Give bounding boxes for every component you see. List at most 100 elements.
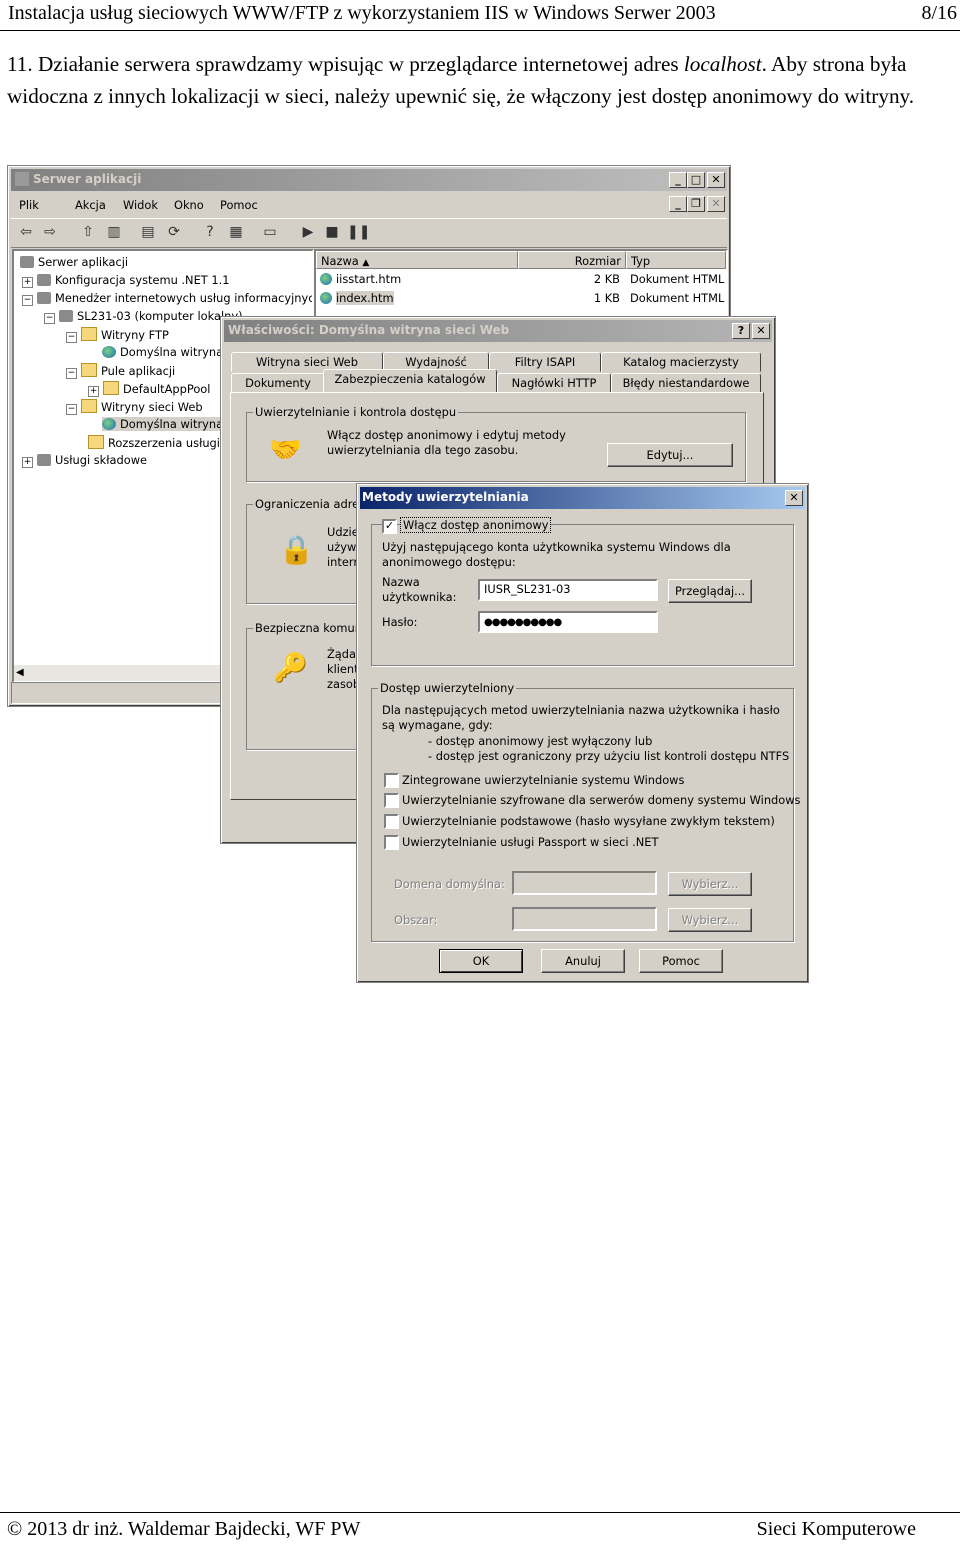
help-icon[interactable]: ? <box>732 323 750 339</box>
show-tree-icon[interactable]: ▥ <box>105 224 123 240</box>
tree-item-net-config[interactable]: + Konfiguracja systemu .NET 1.1 <box>22 273 229 288</box>
expand-icon[interactable]: + <box>22 457 33 468</box>
column-size[interactable]: Rozmiar <box>518 251 626 269</box>
minimize-icon[interactable]: _ <box>669 172 687 188</box>
footer-author: © 2013 dr inż. Waldemar Bajdecki, WF PW <box>7 1518 361 1540</box>
collapse-icon[interactable]: − <box>66 332 77 343</box>
tree-item-ftp-sites[interactable]: − Witryny FTP <box>66 327 169 343</box>
digest-auth-checkbox[interactable] <box>384 793 399 808</box>
tab-documents[interactable]: Dokumenty <box>231 373 325 393</box>
close-icon[interactable]: ✕ <box>707 172 725 188</box>
forward-icon[interactable]: ⇨ <box>41 224 59 240</box>
footer-rule <box>0 1512 960 1513</box>
tree-item-extensions[interactable]: Rozszerzenia usługi s <box>88 435 230 450</box>
collapse-icon[interactable]: − <box>66 368 77 379</box>
tree-label: Usługi składowe <box>55 453 148 467</box>
scroll-left-icon[interactable]: ◀ <box>16 667 24 678</box>
menu-okno[interactable]: Okno <box>174 198 204 212</box>
basic-auth-label[interactable]: Uwierzytelnianie podstawowe (hasło wysył… <box>402 814 775 828</box>
realm-label: Obszar: <box>394 913 438 927</box>
components-icon <box>37 454 51 466</box>
child-close-icon[interactable]: ✕ <box>707 196 725 212</box>
select-realm-button[interactable]: Wybierz... <box>668 908 752 932</box>
tree-item-components[interactable]: + Usługi składowe <box>22 453 147 468</box>
menu-plik[interactable]: Plik <box>19 198 39 212</box>
view-icon[interactable]: ▦ <box>227 224 245 240</box>
basic-auth-checkbox[interactable] <box>384 814 399 829</box>
menu-akcja[interactable]: Akcja <box>75 198 106 212</box>
select-domain-button[interactable]: Wybierz... <box>668 872 752 896</box>
page-header: Instalacja usług sieciowych WWW/FTP z wy… <box>0 0 960 31</box>
child-restore-icon[interactable]: ❐ <box>687 196 705 212</box>
tab-http-headers[interactable]: Nagłówki HTTP <box>497 373 611 393</box>
properties-titlebar[interactable]: Właściwości: Domyślna witryna sieci Web … <box>224 320 772 342</box>
tree-item-default-pool[interactable]: + DefaultAppPool <box>88 381 210 397</box>
child-minimize-icon[interactable]: _ <box>669 196 687 212</box>
cancel-button[interactable]: Anuluj <box>541 949 625 973</box>
back-icon[interactable]: ⇦ <box>17 224 35 240</box>
browse-button[interactable]: Przeglądaj... <box>668 579 752 603</box>
tree-label: Pule aplikacji <box>101 364 176 378</box>
collapse-icon[interactable]: − <box>22 295 33 306</box>
tab-home-directory[interactable]: Katalog macierzysty <box>601 352 761 372</box>
folder-icon <box>88 435 104 449</box>
tree-item-default-ftp[interactable]: Domyślna witryna <box>102 345 223 359</box>
integrated-auth-label[interactable]: Zintegrowane uwierzytelnianie systemu Wi… <box>402 773 684 787</box>
anonymous-checkbox-label[interactable]: Włącz dostęp anonimowy <box>400 517 552 533</box>
expand-icon[interactable]: + <box>88 386 99 397</box>
tree-item-app-server[interactable]: Serwer aplikacji <box>20 255 128 269</box>
username-field[interactable]: IUSR_SL231-03 <box>478 579 658 601</box>
play-icon[interactable]: ▶ <box>299 224 317 240</box>
expand-icon[interactable]: + <box>22 277 33 288</box>
menu-pomoc[interactable]: Pomoc <box>220 198 258 212</box>
tree-label: Menedżer internetowych usług informacyjn… <box>55 291 314 305</box>
file-row[interactable]: iisstart.htm <box>320 272 401 286</box>
edit-button[interactable]: Edytuj... <box>607 443 733 467</box>
anonymous-access-group: ✓ Włącz dostęp anonimowy Użyj następując… <box>371 517 794 666</box>
close-icon[interactable]: ✕ <box>752 323 770 339</box>
column-type[interactable]: Typ <box>626 251 726 269</box>
passport-auth-checkbox[interactable] <box>384 835 399 850</box>
close-icon[interactable]: ✕ <box>785 490 803 506</box>
integrated-auth-checkbox[interactable] <box>384 773 399 788</box>
help-icon[interactable]: ? <box>201 224 219 240</box>
tree-item-default-web[interactable]: Domyślna witryna <box>102 417 224 431</box>
computer-icon[interactable]: ▭ <box>261 224 279 240</box>
auth-bullet: - dostęp jest ograniczony przy użyciu li… <box>428 749 790 763</box>
ok-button[interactable]: OK <box>439 949 523 973</box>
pause-icon[interactable]: ❚❚ <box>347 224 370 240</box>
refresh-icon[interactable]: ⟳ <box>165 224 183 240</box>
password-field[interactable]: ●●●●●●●●●● <box>478 611 658 633</box>
anonymous-checkbox[interactable]: ✓ <box>382 519 397 534</box>
anonymous-text: Użyj następującego konta użytkownika sys… <box>382 540 731 569</box>
column-name[interactable]: Nazwa ▲ <box>316 251 518 269</box>
properties-icon[interactable]: ▤ <box>139 224 157 240</box>
default-domain-field[interactable] <box>512 871 657 895</box>
column-label: Typ <box>631 254 651 268</box>
passport-auth-label[interactable]: Uwierzytelnianie usługi Passport w sieci… <box>402 835 658 849</box>
auth-dialog-titlebar[interactable]: Metody uwierzytelniania ✕ <box>360 487 805 509</box>
maximize-icon[interactable]: □ <box>687 172 705 188</box>
realm-field[interactable] <box>512 907 657 931</box>
tree-item-app-pools[interactable]: − Pule aplikacji <box>66 363 175 379</box>
auth-dialog-title: Metody uwierzytelniania <box>362 490 529 504</box>
collapse-icon[interactable]: − <box>66 404 77 415</box>
tree-item-iis-manager[interactable]: − Menedżer internetowych usług informacyj… <box>22 291 314 306</box>
up-folder-icon[interactable]: ⇧ <box>79 224 97 240</box>
tab-directory-security[interactable]: Zabezpieczenia katalogów <box>323 369 497 392</box>
tree-item-local-computer[interactable]: − SL231-03 (komputer lokalny) <box>44 309 243 324</box>
tab-isapi-filters[interactable]: Filtry ISAPI <box>489 352 601 372</box>
tab-custom-errors[interactable]: Błędy niestandardowe <box>611 373 761 393</box>
file-row[interactable]: index.htm <box>320 291 394 305</box>
menu-widok[interactable]: Widok <box>123 198 158 212</box>
tree-label: DefaultAppPool <box>123 382 211 396</box>
config-icon <box>37 274 51 286</box>
app-server-titlebar[interactable]: Serwer aplikacji _ □ ✕ <box>11 169 727 191</box>
document-title: Instalacja usług sieciowych WWW/FTP z wy… <box>8 2 716 24</box>
help-button[interactable]: Pomoc <box>639 949 723 973</box>
tree-item-web-sites[interactable]: − Witryny sieci Web <box>66 399 203 415</box>
paragraph-emphasis: localhost <box>683 52 762 76</box>
stop-icon[interactable]: ■ <box>323 224 341 240</box>
collapse-icon[interactable]: − <box>44 313 55 324</box>
digest-auth-label[interactable]: Uwierzytelnianie szyfrowane dla serwerów… <box>402 793 801 807</box>
